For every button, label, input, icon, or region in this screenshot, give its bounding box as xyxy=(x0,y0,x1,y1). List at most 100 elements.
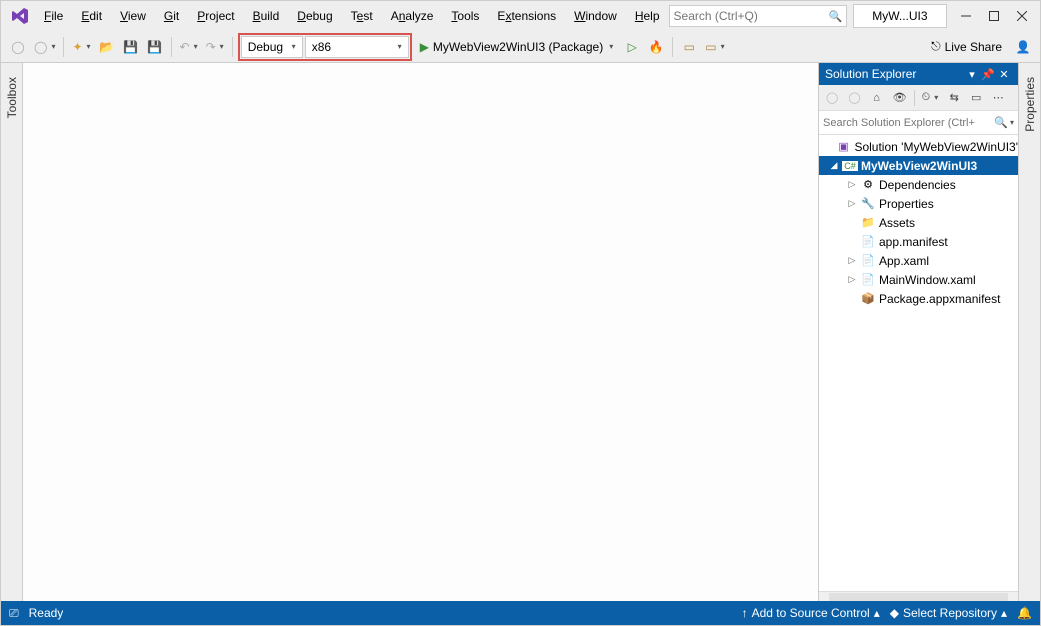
solution-label: Solution 'MyWebView2WinUI3' xyxy=(854,140,1018,154)
panel-filter-button[interactable]: ⏲▾ xyxy=(919,88,942,108)
left-sidebar: Toolbox xyxy=(1,63,23,601)
toolbox-tab[interactable]: Toolbox xyxy=(5,71,19,124)
play-icon: ▶ xyxy=(420,40,429,54)
toolbar: ◯ ◯▾ ✦▾ 📂 💾 💾 ↶▾ ↷▾ Debug ▾ x86 ▾ ▶ MyWe… xyxy=(1,31,1040,63)
chevron-up-icon: ▴ xyxy=(1001,606,1007,620)
new-item-button[interactable]: ✦▾ xyxy=(69,35,93,59)
panel-close-icon[interactable]: ✕ xyxy=(996,68,1012,81)
folder-icon: 📁 xyxy=(860,216,876,229)
wrench-icon: 🔧 xyxy=(860,197,876,210)
right-sidebar: Properties xyxy=(1018,63,1040,601)
live-share-button[interactable]: ⎋ Live Share xyxy=(923,39,1010,54)
panel-home-button[interactable]: ⌂ xyxy=(868,88,886,108)
live-share-label: Live Share xyxy=(945,40,1002,54)
tree-node-assets[interactable]: 📁 Assets xyxy=(819,213,1018,232)
tree-node-properties[interactable]: ▷ 🔧 Properties xyxy=(819,194,1018,213)
tree-node-package[interactable]: 📦 Package.appxmanifest xyxy=(819,289,1018,308)
csharp-project-icon: C# xyxy=(842,161,858,171)
panel-toolbar: ◯ ◯ ⌂ 👁 ⏲▾ ⇆ ▭ ⋯ xyxy=(819,85,1018,111)
active-document-tab[interactable]: MyW...UI3 xyxy=(853,4,946,28)
add-source-control-button[interactable]: ↑ Add to Source Control ▴ xyxy=(742,606,880,620)
solution-tree[interactable]: ▣ Solution 'MyWebView2WinUI3' ◢ C# MyWeb… xyxy=(819,135,1018,591)
panel-back-button[interactable]: ◯ xyxy=(823,88,841,108)
solution-explorer-panel: Solution Explorer ▾ 📌 ✕ ◯ ◯ ⌂ 👁 ⏲▾ ⇆ ▭ ⋯… xyxy=(818,63,1018,601)
menu-project[interactable]: Project xyxy=(188,5,243,27)
quick-search[interactable]: 🔍 xyxy=(669,5,848,27)
quick-search-input[interactable] xyxy=(674,9,829,23)
properties-tab[interactable]: Properties xyxy=(1023,71,1037,138)
panel-search-input[interactable] xyxy=(823,117,994,129)
maximize-button[interactable] xyxy=(980,2,1008,30)
menu-window[interactable]: Window xyxy=(565,5,626,27)
tree-project-row[interactable]: ◢ C# MyWebView2WinUI3 xyxy=(819,156,1018,175)
nav-back-button[interactable]: ◯ xyxy=(7,35,29,59)
start-debug-button[interactable]: ▶ MyWebView2WinUI3 (Package) ▾ xyxy=(414,35,620,59)
statusbar: ⎚ Ready ↑ Add to Source Control ▴ ◆ Sele… xyxy=(1,601,1040,625)
menu-test[interactable]: Test xyxy=(342,5,382,27)
panel-showall-button[interactable]: ▭ xyxy=(967,88,985,108)
panel-titlebar[interactable]: Solution Explorer ▾ 📌 ✕ xyxy=(819,63,1018,85)
save-button[interactable]: 💾 xyxy=(120,35,142,59)
account-button[interactable]: 👤 xyxy=(1012,35,1034,59)
menu-help[interactable]: Help xyxy=(626,5,669,27)
save-all-button[interactable]: 💾 xyxy=(144,35,166,59)
panel-title-label: Solution Explorer xyxy=(825,67,916,81)
menu-build[interactable]: Build xyxy=(244,5,289,27)
search-icon: 🔍 xyxy=(994,116,1008,129)
panel-search[interactable]: 🔍 ▾ xyxy=(819,111,1018,135)
panel-menu-icon[interactable]: ▾ xyxy=(964,68,980,81)
start-target-label: MyWebView2WinUI3 (Package) xyxy=(433,40,603,54)
share-icon: ⎋ xyxy=(931,39,941,54)
redo-button[interactable]: ↷▾ xyxy=(203,35,227,59)
menu-git[interactable]: Git xyxy=(155,5,188,27)
notifications-icon[interactable]: 🔔 xyxy=(1017,606,1032,620)
undo-button[interactable]: ↶▾ xyxy=(177,35,201,59)
xaml-icon: 📄 xyxy=(860,273,876,286)
toolbar-extra2-button[interactable]: ▭▾ xyxy=(702,35,727,59)
manifest-icon: 📄 xyxy=(860,235,876,248)
solution-platform-combo[interactable]: x86 ▾ xyxy=(305,36,409,58)
panel-sync-button[interactable]: ⇆ xyxy=(945,88,963,108)
tree-node-dependencies[interactable]: ▷ ⚙ Dependencies xyxy=(819,175,1018,194)
output-icon[interactable]: ⎚ xyxy=(9,606,19,621)
xaml-icon: 📄 xyxy=(860,254,876,267)
minimize-button[interactable] xyxy=(953,2,981,30)
panel-pin-icon[interactable]: 📌 xyxy=(980,68,996,81)
menu-extensions[interactable]: Extensions xyxy=(488,5,565,27)
hot-reload-button[interactable]: 🔥 xyxy=(645,35,667,59)
start-without-debug-button[interactable]: ▷ xyxy=(621,35,643,59)
menu-debug[interactable]: Debug xyxy=(288,5,341,27)
dependencies-icon: ⚙ xyxy=(860,178,876,191)
tree-node-appxaml[interactable]: ▷ 📄 App.xaml xyxy=(819,251,1018,270)
menu-analyze[interactable]: Analyze xyxy=(382,5,443,27)
chevron-up-icon: ▴ xyxy=(874,606,880,620)
search-icon: 🔍 xyxy=(829,10,843,23)
config-platform-highlight: Debug ▾ x86 ▾ xyxy=(238,33,412,61)
panel-scrollbar[interactable] xyxy=(819,591,1018,601)
panel-forward-button[interactable]: ◯ xyxy=(845,88,863,108)
upload-icon: ↑ xyxy=(742,606,748,620)
tree-node-mainwindow[interactable]: ▷ 📄 MainWindow.xaml xyxy=(819,270,1018,289)
close-button[interactable] xyxy=(1008,2,1036,30)
menu-edit[interactable]: Edit xyxy=(72,5,111,27)
solution-icon: ▣ xyxy=(836,140,852,153)
panel-overflow-button[interactable]: ⋯ xyxy=(989,88,1007,108)
nav-forward-button[interactable]: ◯▾ xyxy=(31,35,58,59)
editor-surface xyxy=(23,63,818,601)
chevron-down-icon[interactable]: ▾ xyxy=(1010,118,1014,127)
select-repository-button[interactable]: ◆ Select Repository ▴ xyxy=(890,606,1007,620)
package-icon: 📦 xyxy=(860,292,876,305)
panel-switch-view-button[interactable]: 👁 xyxy=(890,88,910,108)
tree-node-appmanifest[interactable]: 📄 app.manifest xyxy=(819,232,1018,251)
project-label: MyWebView2WinUI3 xyxy=(861,159,977,173)
solution-config-value: Debug xyxy=(248,40,283,54)
menu-tools[interactable]: Tools xyxy=(442,5,488,27)
toolbar-extra1-button[interactable]: ▭ xyxy=(678,35,700,59)
status-ready: Ready xyxy=(29,606,64,620)
solution-config-combo[interactable]: Debug ▾ xyxy=(241,36,303,58)
main-area: Toolbox Solution Explorer ▾ 📌 ✕ ◯ ◯ ⌂ 👁 … xyxy=(1,63,1040,601)
open-file-button[interactable]: 📂 xyxy=(96,35,118,59)
menu-file[interactable]: File xyxy=(35,5,72,27)
tree-solution-row[interactable]: ▣ Solution 'MyWebView2WinUI3' xyxy=(819,137,1018,156)
menu-view[interactable]: View xyxy=(111,5,155,27)
